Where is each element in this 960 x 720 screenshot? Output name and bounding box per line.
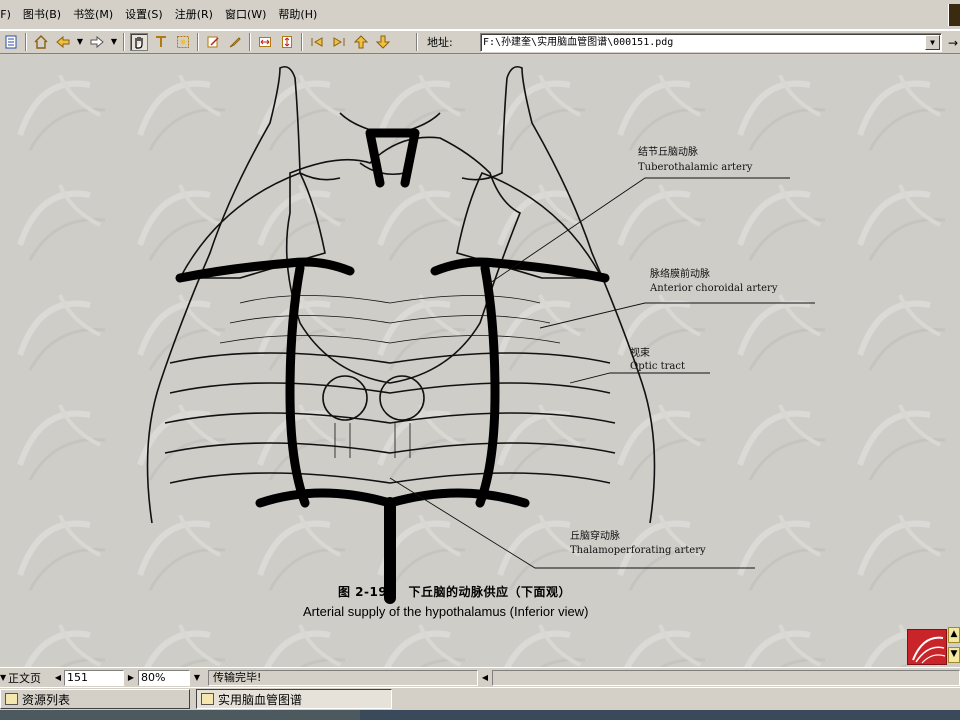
toolbar-separator bbox=[25, 33, 27, 51]
page-view-icon[interactable] bbox=[2, 33, 20, 51]
library-seal-icon bbox=[907, 629, 947, 665]
scroll-down-arrow-icon[interactable]: ▼ bbox=[948, 647, 960, 663]
menu-bookmark[interactable]: 书签(M) bbox=[67, 4, 119, 26]
text-select-icon[interactable] bbox=[152, 33, 170, 51]
label-choroidal-cn: 脉络膜前动脉 bbox=[650, 269, 710, 280]
folder-icon bbox=[5, 693, 18, 705]
forward-arrow-icon[interactable] bbox=[88, 33, 106, 51]
go-arrow-icon[interactable]: → bbox=[948, 36, 958, 50]
toolbar-separator bbox=[301, 33, 303, 51]
page-prev-arrow-icon[interactable]: ◀ bbox=[52, 673, 64, 682]
status-scroll-left-icon[interactable]: ◀ bbox=[478, 673, 492, 682]
zoom-dropdown-icon[interactable]: ▼ bbox=[190, 673, 204, 682]
resource-list-button[interactable]: 资源列表 bbox=[0, 689, 190, 709]
page-number-input[interactable]: 151 bbox=[64, 669, 124, 686]
annotate-icon[interactable] bbox=[204, 33, 222, 51]
status-empty-panel bbox=[492, 669, 960, 686]
resource-list-label: 资源列表 bbox=[22, 692, 71, 707]
address-input[interactable]: F:\孙建奎\实用脑血管图谱\000151.pdg ▼ bbox=[480, 33, 942, 52]
pdg-reader-window: (F) 图书(B) 书签(M) 设置(S) 注册(R) 窗口(W) 帮助(H) … bbox=[0, 0, 960, 720]
fit-width-icon[interactable] bbox=[256, 33, 274, 51]
app-logo-icon bbox=[948, 4, 960, 26]
menu-file[interactable]: (F) bbox=[0, 4, 17, 26]
label-tuberothalamic-cn: 结节丘脑动脉 bbox=[638, 147, 698, 158]
hand-tool-icon[interactable] bbox=[130, 33, 148, 51]
label-tuberothalamic-en: Tuberothalamic artery bbox=[638, 162, 753, 173]
menu-bar: (F) 图书(B) 书签(M) 设置(S) 注册(R) 窗口(W) 帮助(H) bbox=[0, 0, 960, 30]
toolbar-separator bbox=[249, 33, 251, 51]
next-page-icon[interactable] bbox=[330, 33, 348, 51]
scroll-up-arrow-icon[interactable]: ▲ bbox=[948, 627, 960, 643]
menu-window[interactable]: 窗口(W) bbox=[219, 4, 272, 26]
previous-page-icon[interactable] bbox=[308, 33, 326, 51]
figure-caption-english: Arterial supply of the hypothalamus (Inf… bbox=[303, 604, 589, 619]
menu-settings[interactable]: 设置(S) bbox=[119, 4, 169, 26]
page-next-arrow-icon[interactable]: ▶ bbox=[124, 673, 138, 682]
label-optic-en: Optic tract bbox=[630, 361, 685, 372]
address-label: 地址: bbox=[427, 36, 453, 49]
menu-book[interactable]: 图书(B) bbox=[17, 4, 67, 26]
page-up-icon[interactable] bbox=[352, 33, 370, 51]
taskbar-strip bbox=[0, 710, 960, 720]
fit-height-icon[interactable] bbox=[278, 33, 296, 51]
hypothalamus-arterial-figure bbox=[146, 65, 815, 604]
book-window-label: 实用脑血管图谱 bbox=[218, 692, 303, 707]
menu-help[interactable]: 帮助(H) bbox=[272, 4, 323, 26]
page-mode-arrow-icon[interactable]: ▼ bbox=[0, 673, 8, 682]
toolbar-separator bbox=[197, 33, 199, 51]
figure-caption-chinese: 图 2-198 下丘脑的动脉供应（下面观） bbox=[338, 585, 572, 599]
menu-register[interactable]: 注册(R) bbox=[169, 4, 219, 26]
page-mode-label[interactable]: 正文页 bbox=[8, 670, 52, 686]
label-optic-cn: 视束 bbox=[630, 348, 650, 359]
toolbar: ▼ ▼ 地址: F:\孙建奎\实用脑血管图谱\000151.pdg ▼ → bbox=[0, 30, 960, 54]
home-icon[interactable] bbox=[32, 33, 50, 51]
page-down-icon[interactable] bbox=[374, 33, 392, 51]
status-bar: ▼ 正文页 ◀ 151 ▶ 80% ▼ 传输完毕! ◀ bbox=[0, 667, 960, 687]
address-value: F:\孙建奎\实用脑血管图谱\000151.pdg bbox=[483, 37, 674, 48]
forward-dropdown-icon[interactable]: ▼ bbox=[110, 33, 118, 51]
book-icon bbox=[201, 693, 214, 705]
document-viewport[interactable]: 结节丘脑动脉 Tuberothalamic artery 脉络膜前动脉 Ante… bbox=[0, 55, 960, 667]
select-area-icon[interactable] bbox=[174, 33, 192, 51]
highlight-icon[interactable] bbox=[226, 33, 244, 51]
label-thalamoperforating-cn: 丘脑穿动脉 bbox=[570, 531, 620, 542]
toolbar-separator bbox=[416, 33, 418, 51]
address-dropdown-icon[interactable]: ▼ bbox=[925, 35, 940, 50]
taskbar: 资源列表 实用脑血管图谱 bbox=[0, 687, 960, 720]
zoom-select[interactable]: 80% bbox=[138, 669, 190, 686]
transfer-status: 传输完毕! bbox=[208, 669, 478, 686]
label-thalamoperforating-en: Thalamoperforating artery bbox=[570, 545, 706, 556]
book-window-button[interactable]: 实用脑血管图谱 bbox=[196, 689, 392, 709]
label-choroidal-en: Anterior choroidal artery bbox=[650, 283, 778, 294]
toolbar-separator bbox=[123, 33, 125, 51]
back-dropdown-icon[interactable]: ▼ bbox=[76, 33, 84, 51]
back-arrow-icon[interactable] bbox=[54, 33, 72, 51]
